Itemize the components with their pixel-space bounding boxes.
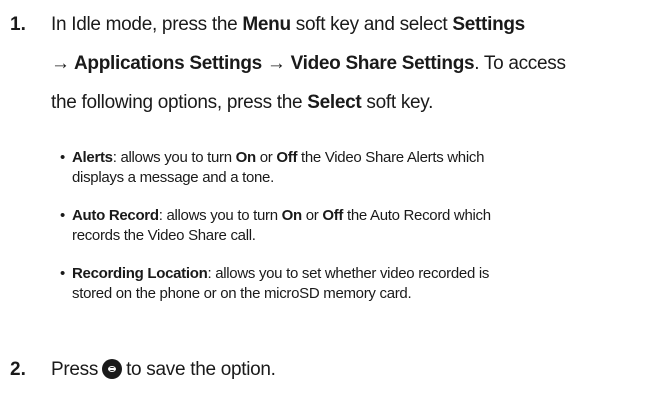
option-line-1: Alerts: allows you to turn On or Off the…: [72, 148, 484, 168]
step-number: 2.: [10, 359, 26, 380]
text-run: : allows you to turn: [112, 149, 236, 166]
text-run: : allows you to set whether video record…: [207, 265, 490, 282]
settings-label: Settings: [452, 14, 525, 35]
on-label: On: [235, 149, 257, 166]
document-page: 1. In Idle mode, press the Menu soft key…: [0, 0, 668, 395]
option-line-2: displays a message and a tone.: [72, 169, 274, 186]
step-1-line-1: In Idle mode, press the Menu soft key an…: [51, 14, 663, 53]
text-run: or: [255, 149, 277, 166]
on-label: On: [281, 207, 303, 224]
off-label: Off: [322, 207, 344, 224]
bullet-dot: •: [60, 207, 65, 224]
text-run: . To access: [474, 53, 566, 74]
text-run: to save the option.: [126, 359, 276, 380]
step-text: Press to save the option.: [51, 359, 663, 398]
option-line-1: Recording Location: allows you to set wh…: [72, 264, 489, 284]
bullet-dot: •: [60, 265, 65, 282]
text-run: soft key.: [361, 92, 434, 113]
bullet-dot: •: [60, 149, 65, 166]
option-title: Auto Record: [72, 207, 159, 224]
step-1-line-3: the following options, press the Select …: [51, 92, 663, 131]
text-run: soft key and select: [290, 14, 453, 35]
option-title: Recording Location: [72, 265, 208, 282]
menu-path: → Applications Settings → Video Share Se…: [51, 53, 475, 74]
option-line-2: records the Video Share call.: [72, 227, 256, 244]
text-run: or: [301, 207, 323, 224]
step-text: In Idle mode, press the Menu soft key an…: [51, 14, 663, 131]
off-label: Off: [276, 149, 298, 166]
option-title: Alerts: [72, 149, 113, 166]
menu-softkey-label: Menu: [242, 14, 291, 35]
text-run: Press: [51, 359, 99, 380]
step-2-line-1: Press to save the option.: [51, 359, 663, 398]
select-softkey-label: Select: [307, 92, 362, 113]
step-number: 1.: [10, 14, 26, 35]
text-run: the following options, press the: [51, 92, 308, 113]
option-line-1: Auto Record: allows you to turn On or Of…: [72, 206, 491, 226]
option-line-2: stored on the phone or on the microSD me…: [72, 285, 412, 302]
text-run: : allows you to turn: [158, 207, 282, 224]
text-run: the Video Share Alerts which: [297, 149, 485, 166]
step-1-line-2: → Applications Settings → Video Share Se…: [51, 53, 663, 92]
center-key-icon: [102, 359, 123, 379]
text-run: the Auto Record which: [343, 207, 491, 224]
text-run: In Idle mode, press the: [51, 14, 243, 35]
